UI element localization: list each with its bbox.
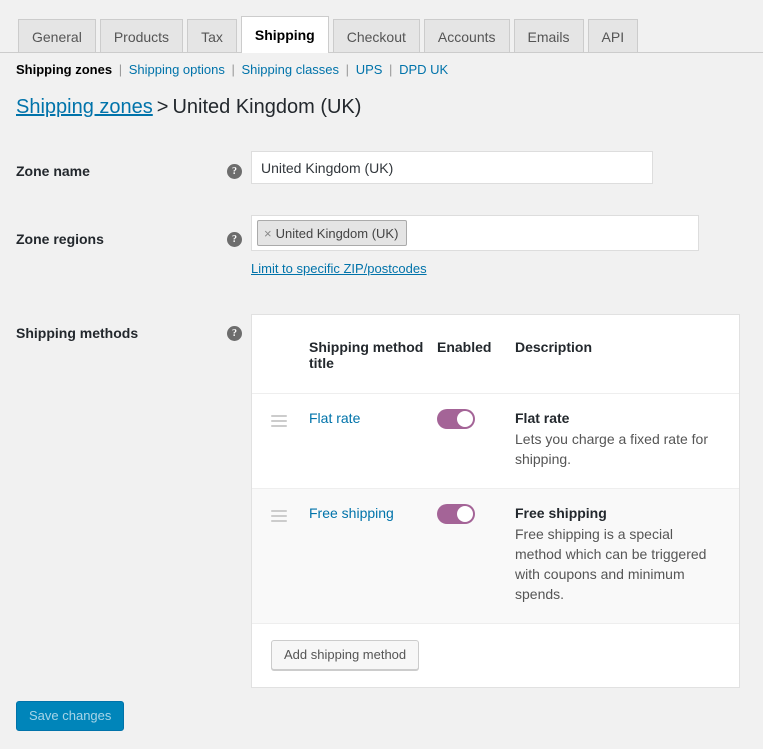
- region-token[interactable]: × United Kingdom (UK): [257, 220, 408, 246]
- region-token-label: United Kingdom (UK): [275, 225, 399, 241]
- method-description-title: Flat rate: [515, 410, 570, 426]
- remove-token-icon[interactable]: ×: [264, 226, 272, 241]
- subnav-item-shipping-options[interactable]: Shipping options: [129, 62, 225, 77]
- add-shipping-method-button[interactable]: Add shipping method: [271, 639, 420, 670]
- column-header-sort: [252, 315, 309, 394]
- tab-bar-divider: [0, 52, 763, 53]
- tab-accounts-label: Accounts: [437, 28, 496, 45]
- page-title: Shipping zones > United Kingdom (UK): [16, 96, 361, 119]
- table-row: Flat rate Flat rate Lets you charge a fi…: [252, 394, 739, 489]
- column-header-enabled: Enabled: [437, 315, 515, 394]
- toggle-enabled-free-shipping[interactable]: [437, 503, 475, 524]
- tab-products-label: Products: [113, 28, 170, 45]
- subnav-item-ups[interactable]: UPS: [356, 62, 383, 77]
- tab-shipping-label: Shipping: [254, 27, 315, 43]
- shipping-methods-card: Shipping method title Enabled Descriptio…: [251, 314, 740, 688]
- row-drag-cell: [252, 394, 309, 489]
- column-header-description: Description: [515, 315, 739, 394]
- zone-regions-select[interactable]: × United Kingdom (UK): [251, 215, 699, 251]
- method-link-free-shipping[interactable]: Free shipping: [309, 505, 394, 521]
- tab-checkout-label: Checkout: [346, 28, 406, 45]
- method-description-cell: Free shipping Free shipping is a special…: [515, 488, 739, 623]
- tab-general-label: General: [32, 28, 82, 45]
- tab-checkout[interactable]: Checkout: [332, 19, 420, 53]
- subnav-item-shipping-classes[interactable]: Shipping classes: [241, 62, 339, 77]
- tab-emails-label: Emails: [527, 28, 570, 45]
- zone-name-label: Zone name: [16, 163, 90, 179]
- breadcrumb-current-zone: United Kingdom (UK): [172, 96, 362, 118]
- toggle-knob: [457, 505, 473, 522]
- subnav-separator: |: [345, 62, 350, 77]
- table-body: Flat rate Flat rate Lets you charge a fi…: [252, 394, 739, 624]
- drag-handle-icon[interactable]: [271, 509, 287, 522]
- limit-to-zip-postcodes-link[interactable]: Limit to specific ZIP/postcodes: [251, 261, 427, 276]
- subnav-separator: |: [389, 62, 393, 77]
- tab-list: General Products Tax Shipping Checkout A…: [18, 16, 642, 53]
- save-changes-button[interactable]: Save changes: [16, 701, 125, 731]
- table-row: Free shipping Free shipping Free shippin…: [252, 488, 739, 624]
- tab-tax-label: Tax: [201, 28, 223, 45]
- tab-accounts[interactable]: Accounts: [423, 19, 510, 53]
- zone-name-input[interactable]: [251, 151, 653, 184]
- method-title-cell: Flat rate: [309, 394, 437, 489]
- subnav-separator: |: [118, 62, 123, 77]
- tab-emails[interactable]: Emails: [513, 19, 584, 53]
- method-description-cell: Flat rate Lets you charge a fixed rate f…: [515, 394, 739, 489]
- subnav-item-dpd-uk[interactable]: DPD UK: [399, 62, 448, 77]
- shipping-subnav: Shipping zones | Shipping options | Ship…: [16, 62, 448, 77]
- shipping-methods-table: Shipping method title Enabled Descriptio…: [252, 315, 739, 624]
- method-enabled-cell: [437, 394, 515, 489]
- help-icon[interactable]: ?: [227, 232, 242, 247]
- toggle-enabled-flat-rate[interactable]: [437, 409, 475, 429]
- method-link-flat-rate[interactable]: Flat rate: [309, 410, 360, 426]
- shipping-methods-label: Shipping methods: [16, 325, 139, 341]
- method-description-body: Free shipping is a special method which …: [515, 525, 707, 603]
- subnav-item-shipping-zones[interactable]: Shipping zones: [16, 62, 112, 77]
- method-description-body: Lets you charge a fixed rate for shippin…: [515, 431, 708, 468]
- method-title-cell: Free shipping: [309, 488, 437, 623]
- tab-api-label: API: [601, 28, 625, 45]
- table-footer: Add shipping method: [252, 623, 739, 687]
- breadcrumb-shipping-zones-link[interactable]: Shipping zones: [16, 96, 153, 118]
- zone-regions-label: Zone regions: [16, 231, 104, 247]
- help-icon[interactable]: ?: [227, 164, 242, 179]
- settings-tab-bar: General Products Tax Shipping Checkout A…: [0, 0, 763, 53]
- tab-general[interactable]: General: [18, 19, 96, 53]
- tab-products[interactable]: Products: [99, 19, 184, 53]
- column-header-method-title: Shipping method title: [309, 315, 437, 394]
- method-description-title: Free shipping: [515, 504, 607, 521]
- drag-handle-icon[interactable]: [271, 415, 287, 427]
- row-drag-cell: [252, 488, 309, 623]
- table-header-row: Shipping method title Enabled Descriptio…: [252, 315, 739, 394]
- help-icon[interactable]: ?: [227, 326, 242, 341]
- tab-api[interactable]: API: [587, 19, 639, 53]
- subnav-separator: |: [231, 62, 235, 77]
- tab-tax[interactable]: Tax: [187, 19, 237, 53]
- tab-shipping[interactable]: Shipping: [240, 16, 329, 53]
- method-enabled-cell: [437, 488, 515, 623]
- breadcrumb-separator: >: [156, 96, 169, 118]
- table-header: Shipping method title Enabled Descriptio…: [252, 315, 739, 394]
- toggle-knob: [457, 411, 473, 427]
